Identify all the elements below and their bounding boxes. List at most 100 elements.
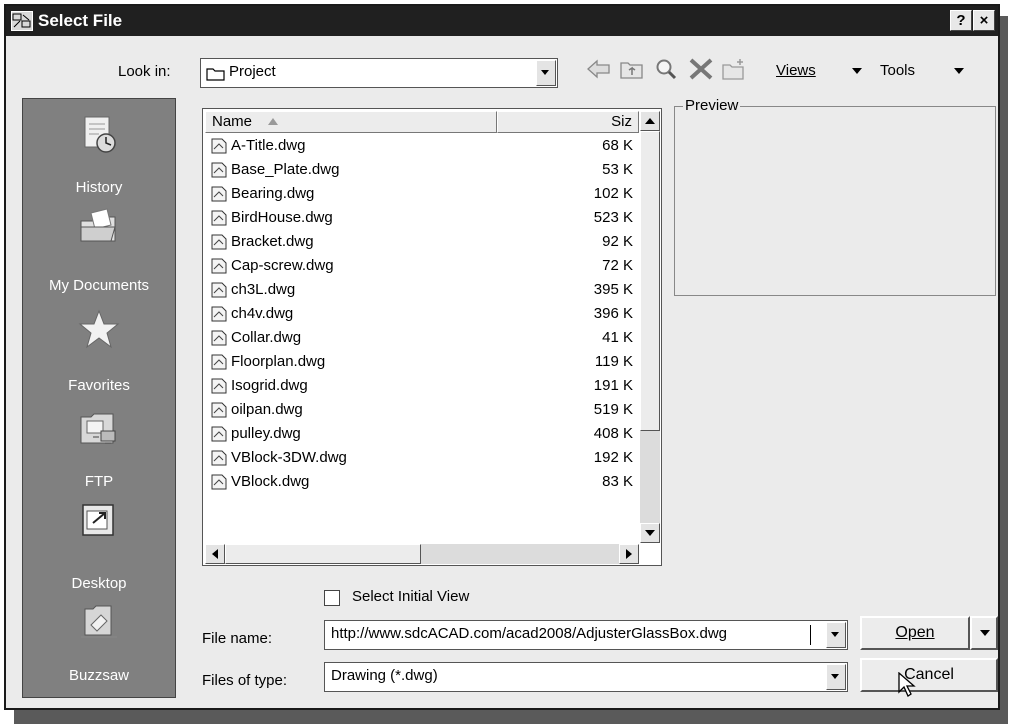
file-size: 68 K: [602, 137, 633, 154]
dwg-file-icon: [211, 258, 227, 274]
file-name: ch4v.dwg: [231, 305, 294, 322]
dwg-file-icon: [211, 354, 227, 370]
text-cursor: [810, 625, 811, 645]
file-row[interactable]: pulley.dwg 408 K: [207, 423, 647, 447]
views-menu[interactable]: Views: [776, 62, 816, 79]
scroll-down-button[interactable]: [640, 523, 660, 543]
favorites-star-icon: [78, 309, 120, 349]
up-folder-icon[interactable]: [618, 56, 648, 82]
dwg-file-icon: [211, 234, 227, 250]
folder-icon: [206, 68, 225, 81]
select-initial-view-checkbox[interactable]: [324, 590, 340, 606]
look-in-value: Project: [229, 63, 276, 80]
scroll-down-arrow-icon: [645, 530, 655, 536]
places-label: My Documents: [48, 277, 150, 294]
horizontal-scroll-thumb[interactable]: [225, 544, 421, 564]
file-row[interactable]: Base_Plate.dwg 53 K: [207, 159, 647, 183]
file-row[interactable]: Collar.dwg 41 K: [207, 327, 647, 351]
mouse-pointer-icon: [898, 672, 916, 697]
files-of-type-label: Files of type:: [202, 672, 288, 689]
dwg-file-icon: [211, 474, 227, 490]
my-documents-icon: [80, 208, 116, 242]
file-row[interactable]: A-Title.dwg 68 K: [207, 135, 647, 159]
file-name: Floorplan.dwg: [231, 353, 326, 370]
dwg-file-icon: [211, 138, 227, 154]
file-name: Cap-screw.dwg: [231, 257, 334, 274]
file-size: 41 K: [602, 329, 633, 346]
file-name: Base_Plate.dwg: [231, 161, 340, 178]
vertical-scroll-thumb[interactable]: [640, 131, 660, 431]
files-of-type-dropdown-button[interactable]: [826, 664, 846, 690]
file-size: 72 K: [602, 257, 633, 274]
history-icon: [84, 116, 116, 153]
dwg-file-icon: [211, 306, 227, 322]
title-bar[interactable]: Select File ? ×: [6, 6, 998, 36]
dwg-file-icon: [211, 162, 227, 178]
select-file-dialog: Select File ? × Look in: Project Views T…: [4, 4, 1000, 710]
file-name-input[interactable]: http://www.sdcACAD.com/acad2008/Adjuster…: [324, 620, 848, 650]
file-row[interactable]: BirdHouse.dwg 523 K: [207, 207, 647, 231]
file-name: Bracket.dwg: [231, 233, 314, 250]
column-header-name[interactable]: Name: [205, 111, 497, 133]
search-web-icon[interactable]: [652, 56, 682, 82]
open-button[interactable]: Open: [860, 616, 970, 650]
window-title: Select File: [38, 11, 123, 30]
look-in-dropdown-button[interactable]: [536, 60, 556, 86]
file-row[interactable]: Bearing.dwg 102 K: [207, 183, 647, 207]
file-name-dropdown-button[interactable]: [826, 622, 846, 648]
file-row[interactable]: Cap-screw.dwg 72 K: [207, 255, 647, 279]
scroll-right-arrow-icon: [626, 549, 632, 559]
scroll-up-button[interactable]: [640, 111, 660, 131]
back-arrow-icon[interactable]: [584, 56, 614, 82]
file-name: ch3L.dwg: [231, 281, 296, 298]
scroll-up-arrow-icon: [645, 118, 655, 124]
file-list[interactable]: Name Siz A-Title.dwg 68 K Base_Plate.dwg 53…: [202, 108, 662, 566]
places-label: Desktop: [71, 575, 127, 592]
file-name: VBlock.dwg: [231, 473, 310, 490]
file-row[interactable]: VBlock-3DW.dwg 192 K: [207, 447, 647, 471]
places-label: Favorites: [68, 377, 130, 394]
dwg-file-icon: [211, 186, 227, 202]
scroll-left-arrow-icon: [212, 549, 218, 559]
places-label: Buzzsaw: [68, 667, 130, 684]
file-name: BirdHouse.dwg: [231, 209, 333, 226]
chevron-down-icon: [980, 630, 990, 636]
file-size: 83 K: [602, 473, 633, 490]
file-name: oilpan.dwg: [231, 401, 303, 418]
tools-menu[interactable]: Tools: [880, 62, 915, 79]
file-row[interactable]: ch4v.dwg 396 K: [207, 303, 647, 327]
dwg-file-icon: [211, 210, 227, 226]
files-of-type-dropdown[interactable]: Drawing (*.dwg): [324, 662, 848, 692]
file-size: 523 K: [593, 209, 633, 226]
cancel-button[interactable]: Cancel: [860, 658, 998, 692]
column-header-size[interactable]: Siz: [497, 111, 639, 133]
close-button[interactable]: ×: [973, 10, 995, 31]
column-header-name-label: Name: [212, 113, 253, 130]
file-row[interactable]: Bracket.dwg 92 K: [207, 231, 647, 255]
vertical-scrollbar[interactable]: [640, 111, 660, 543]
file-size: 92 K: [602, 233, 633, 250]
scroll-right-button[interactable]: [619, 544, 639, 564]
file-row[interactable]: oilpan.dwg 519 K: [207, 399, 647, 423]
tools-chevron-down-icon[interactable]: [954, 68, 964, 76]
horizontal-scrollbar[interactable]: [205, 544, 639, 564]
file-row[interactable]: ch3L.dwg 395 K: [207, 279, 647, 303]
file-name: A-Title.dwg: [231, 137, 306, 154]
file-row[interactable]: Floorplan.dwg 119 K: [207, 351, 647, 375]
buzzsaw-icon: [81, 605, 117, 638]
open-options-button[interactable]: [970, 616, 998, 650]
help-button[interactable]: ?: [950, 10, 972, 31]
delete-icon[interactable]: [686, 56, 716, 82]
views-chevron-down-icon[interactable]: [852, 68, 862, 76]
create-folder-icon[interactable]: [720, 56, 750, 82]
file-size: 53 K: [602, 161, 633, 178]
file-name: pulley.dwg: [231, 425, 301, 442]
look-in-dropdown[interactable]: Project: [200, 58, 558, 88]
file-row[interactable]: VBlock.dwg 83 K: [207, 471, 647, 495]
dwg-file-icon: [211, 426, 227, 442]
dwg-file-icon: [211, 282, 227, 298]
scroll-left-button[interactable]: [205, 544, 225, 564]
file-size: 519 K: [593, 401, 633, 418]
files-of-type-value: Drawing (*.dwg): [331, 667, 438, 684]
file-row[interactable]: Isogrid.dwg 191 K: [207, 375, 647, 399]
